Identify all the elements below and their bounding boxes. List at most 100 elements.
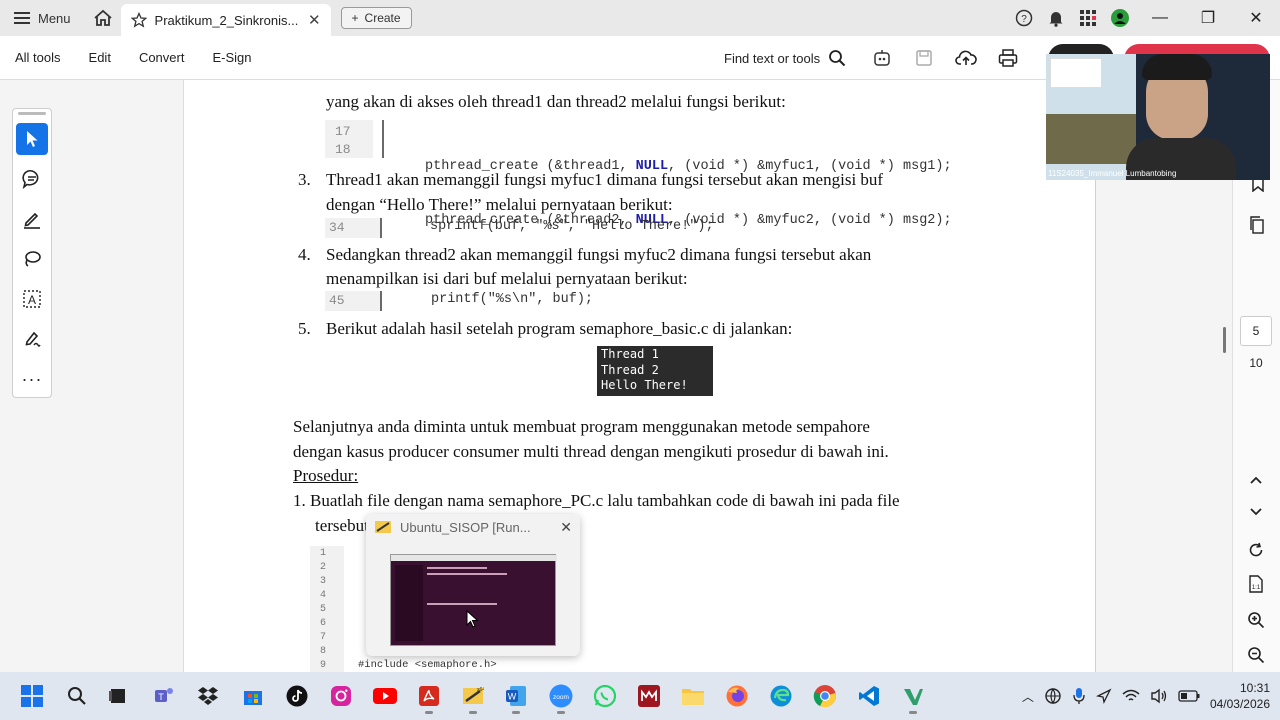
zoom-app[interactable]: zoom — [545, 680, 577, 714]
actual-size-icon[interactable]: 1:1 — [1240, 570, 1272, 598]
whatsapp-app[interactable] — [589, 680, 621, 712]
mendeley-app[interactable] — [633, 680, 665, 712]
menu-esign[interactable]: E-Sign — [198, 50, 265, 65]
clock-date: 04/03/2026 — [1209, 697, 1270, 711]
windows-logo-icon — [21, 685, 43, 707]
microphone-icon[interactable] — [1072, 687, 1086, 705]
code-divider — [382, 120, 384, 158]
minimize-button[interactable]: — — [1136, 0, 1184, 36]
dropbox-app[interactable] — [192, 680, 224, 712]
create-button[interactable]: + Create — [340, 7, 412, 29]
task-view[interactable] — [102, 680, 134, 712]
location-icon[interactable] — [1095, 688, 1112, 704]
taskbar-search[interactable] — [61, 680, 93, 712]
star-icon[interactable] — [130, 12, 147, 28]
windows-taskbar: T x64 W zoom ︿ 10:31 04/03/2026 — [0, 672, 1280, 720]
tiktok-app[interactable] — [281, 680, 313, 712]
page-number-input[interactable]: 5 — [1240, 316, 1272, 346]
visual-studio-app[interactable] — [897, 680, 929, 714]
chrome-app[interactable] — [809, 680, 841, 712]
close-window-button[interactable]: ✕ — [1232, 0, 1280, 36]
help-icon[interactable]: ? — [1008, 0, 1040, 36]
youtube-app[interactable] — [369, 680, 401, 712]
avatar[interactable] — [1104, 0, 1136, 36]
virtualbox-app[interactable]: x64 — [457, 680, 489, 714]
svg-text:W: W — [508, 692, 517, 702]
acrobat-icon — [419, 686, 439, 706]
file-explorer-app[interactable] — [677, 680, 709, 712]
mouse-cursor-icon — [466, 610, 479, 628]
comment-tool[interactable] — [16, 163, 48, 195]
lasso-icon — [25, 251, 41, 267]
print-icon[interactable] — [992, 42, 1024, 74]
close-tab-icon[interactable]: ✕ — [308, 11, 321, 29]
menu-button[interactable]: Menu — [0, 0, 85, 36]
vm-window-thumbnail[interactable] — [390, 554, 557, 646]
hamburger-icon — [14, 12, 30, 24]
zoom-in-icon[interactable] — [1240, 606, 1272, 634]
svg-text:zoom: zoom — [553, 694, 569, 701]
store-app[interactable] — [237, 680, 269, 712]
save-icon[interactable] — [908, 42, 940, 74]
wifi-icon[interactable] — [1122, 689, 1140, 703]
home-button[interactable] — [85, 0, 121, 36]
apps-grid-icon[interactable] — [1072, 0, 1104, 36]
visual-studio-icon — [904, 689, 923, 705]
network-globe-icon[interactable] — [1044, 687, 1062, 705]
menu-edit[interactable]: Edit — [75, 50, 125, 65]
edge-icon — [770, 685, 792, 707]
instagram-icon — [331, 686, 351, 706]
line-number: 1 — [320, 548, 327, 559]
participant-name: 11S24035_Immanuel Lumbantobing — [1048, 169, 1177, 178]
line-number: 45 — [325, 291, 381, 311]
acrobat-app[interactable] — [413, 680, 445, 714]
sign-pen-icon — [25, 331, 41, 347]
page-up-chevron-icon[interactable] — [1240, 466, 1272, 494]
start-button[interactable] — [16, 680, 48, 712]
firefox-app[interactable] — [721, 680, 753, 712]
scrollbar-thumb[interactable] — [1223, 327, 1226, 353]
taskbar-preview-popup[interactable]: Ubuntu_SISOP [Run... ✕ — [366, 514, 580, 656]
system-clock[interactable]: 10:31 04/03/2026 — [1210, 680, 1270, 712]
chevron-up-icon[interactable]: ︿ — [1022, 688, 1034, 705]
draw-tool[interactable] — [16, 243, 48, 275]
folder-icon — [682, 689, 704, 705]
panel-grip[interactable] — [18, 112, 46, 115]
instagram-app[interactable] — [325, 680, 357, 712]
menu-convert[interactable]: Convert — [125, 50, 199, 65]
fill-sign-tool[interactable] — [16, 323, 48, 355]
text-box-icon: A — [23, 290, 41, 308]
document-tab[interactable]: Praktikum_2_Sinkronis... ✕ — [120, 4, 331, 36]
refresh-icon[interactable] — [1240, 536, 1272, 564]
highlight-tool[interactable] — [16, 203, 48, 235]
pen-icon — [24, 212, 40, 229]
store-icon — [244, 691, 262, 705]
tab-right-controls: ? — ❐ ✕ — [1008, 0, 1280, 36]
line-number: 6 — [320, 618, 327, 629]
svg-text:T: T — [158, 692, 164, 702]
edge-app[interactable] — [765, 680, 797, 712]
menu-all-tools[interactable]: All tools — [0, 50, 75, 65]
battery-icon[interactable] — [1178, 690, 1200, 702]
ai-assistant-icon[interactable] — [866, 42, 898, 74]
close-preview-icon[interactable]: ✕ — [560, 519, 572, 536]
task-view-icon — [109, 689, 125, 703]
select-tool[interactable] — [16, 123, 48, 155]
whatsapp-icon — [593, 684, 617, 708]
teams-app[interactable]: T — [148, 680, 180, 712]
bell-icon[interactable] — [1040, 0, 1072, 36]
upload-cloud-icon[interactable] — [950, 42, 982, 74]
vscode-app[interactable] — [853, 680, 885, 712]
text-select-tool[interactable]: A — [16, 283, 48, 315]
find-text-button[interactable]: Find text or tools — [724, 36, 846, 80]
speaker-icon[interactable] — [1150, 688, 1168, 704]
restore-button[interactable]: ❐ — [1184, 0, 1232, 36]
more-tools-button[interactable]: ··· — [16, 363, 48, 395]
home-icon — [93, 9, 112, 26]
menu-label: Menu — [38, 10, 71, 26]
page-down-chevron-icon[interactable] — [1240, 498, 1272, 526]
doc-line: menampilkan isi dari buf melalui pernyat… — [326, 269, 688, 288]
copy-pages-icon[interactable] — [1249, 216, 1265, 239]
zoom-out-icon[interactable] — [1240, 641, 1272, 669]
word-app[interactable]: W — [500, 680, 532, 714]
